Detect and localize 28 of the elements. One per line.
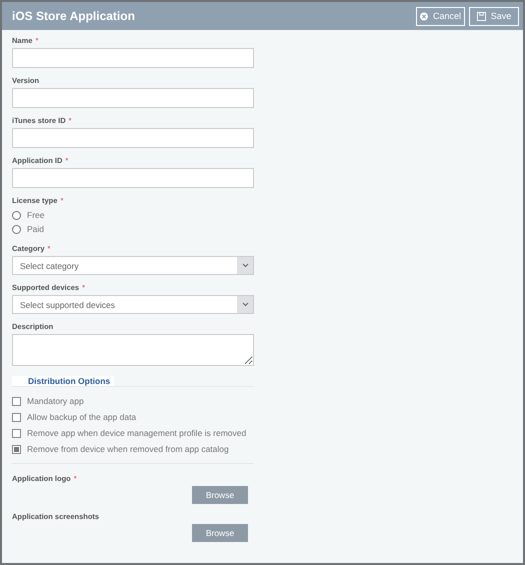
- text-field[interactable]: [12, 88, 254, 108]
- text-field[interactable]: [12, 48, 254, 68]
- checkbox[interactable]: [12, 444, 21, 454]
- checkbox-label: Remove from device when removed from app catalog: [27, 444, 229, 454]
- browse-button[interactable]: Browse: [192, 524, 248, 542]
- checkbox-label: Remove app when device management profile is removed: [27, 428, 246, 438]
- checkbox[interactable]: [12, 412, 21, 422]
- radio-label: Free: [27, 210, 44, 220]
- close-icon: [420, 12, 428, 20]
- text-field[interactable]: [12, 128, 254, 148]
- checkbox-label: Allow backup of the app data: [27, 412, 136, 422]
- save-button[interactable]: Save: [469, 6, 519, 26]
- dropdown[interactable]: Select supported devices: [12, 295, 254, 314]
- dropdown[interactable]: Select category: [12, 256, 254, 275]
- chevron-down-icon: [242, 302, 248, 307]
- chevron-down-icon: [242, 263, 248, 268]
- radio-button[interactable]: [12, 224, 21, 234]
- checkbox[interactable]: [12, 396, 21, 406]
- radio-label: Paid: [27, 224, 44, 234]
- window-title: iOS Store Application: [12, 9, 136, 23]
- save-icon: [476, 12, 486, 20]
- checkbox[interactable]: [12, 428, 21, 438]
- section-title: Distribution Options: [12, 376, 114, 386]
- cancel-button[interactable]: Cancel: [416, 6, 465, 26]
- radio-button[interactable]: [12, 210, 21, 220]
- checkbox-label: Mandatory app: [27, 396, 84, 406]
- text-field[interactable]: [12, 168, 254, 188]
- browse-button[interactable]: Browse: [192, 486, 248, 504]
